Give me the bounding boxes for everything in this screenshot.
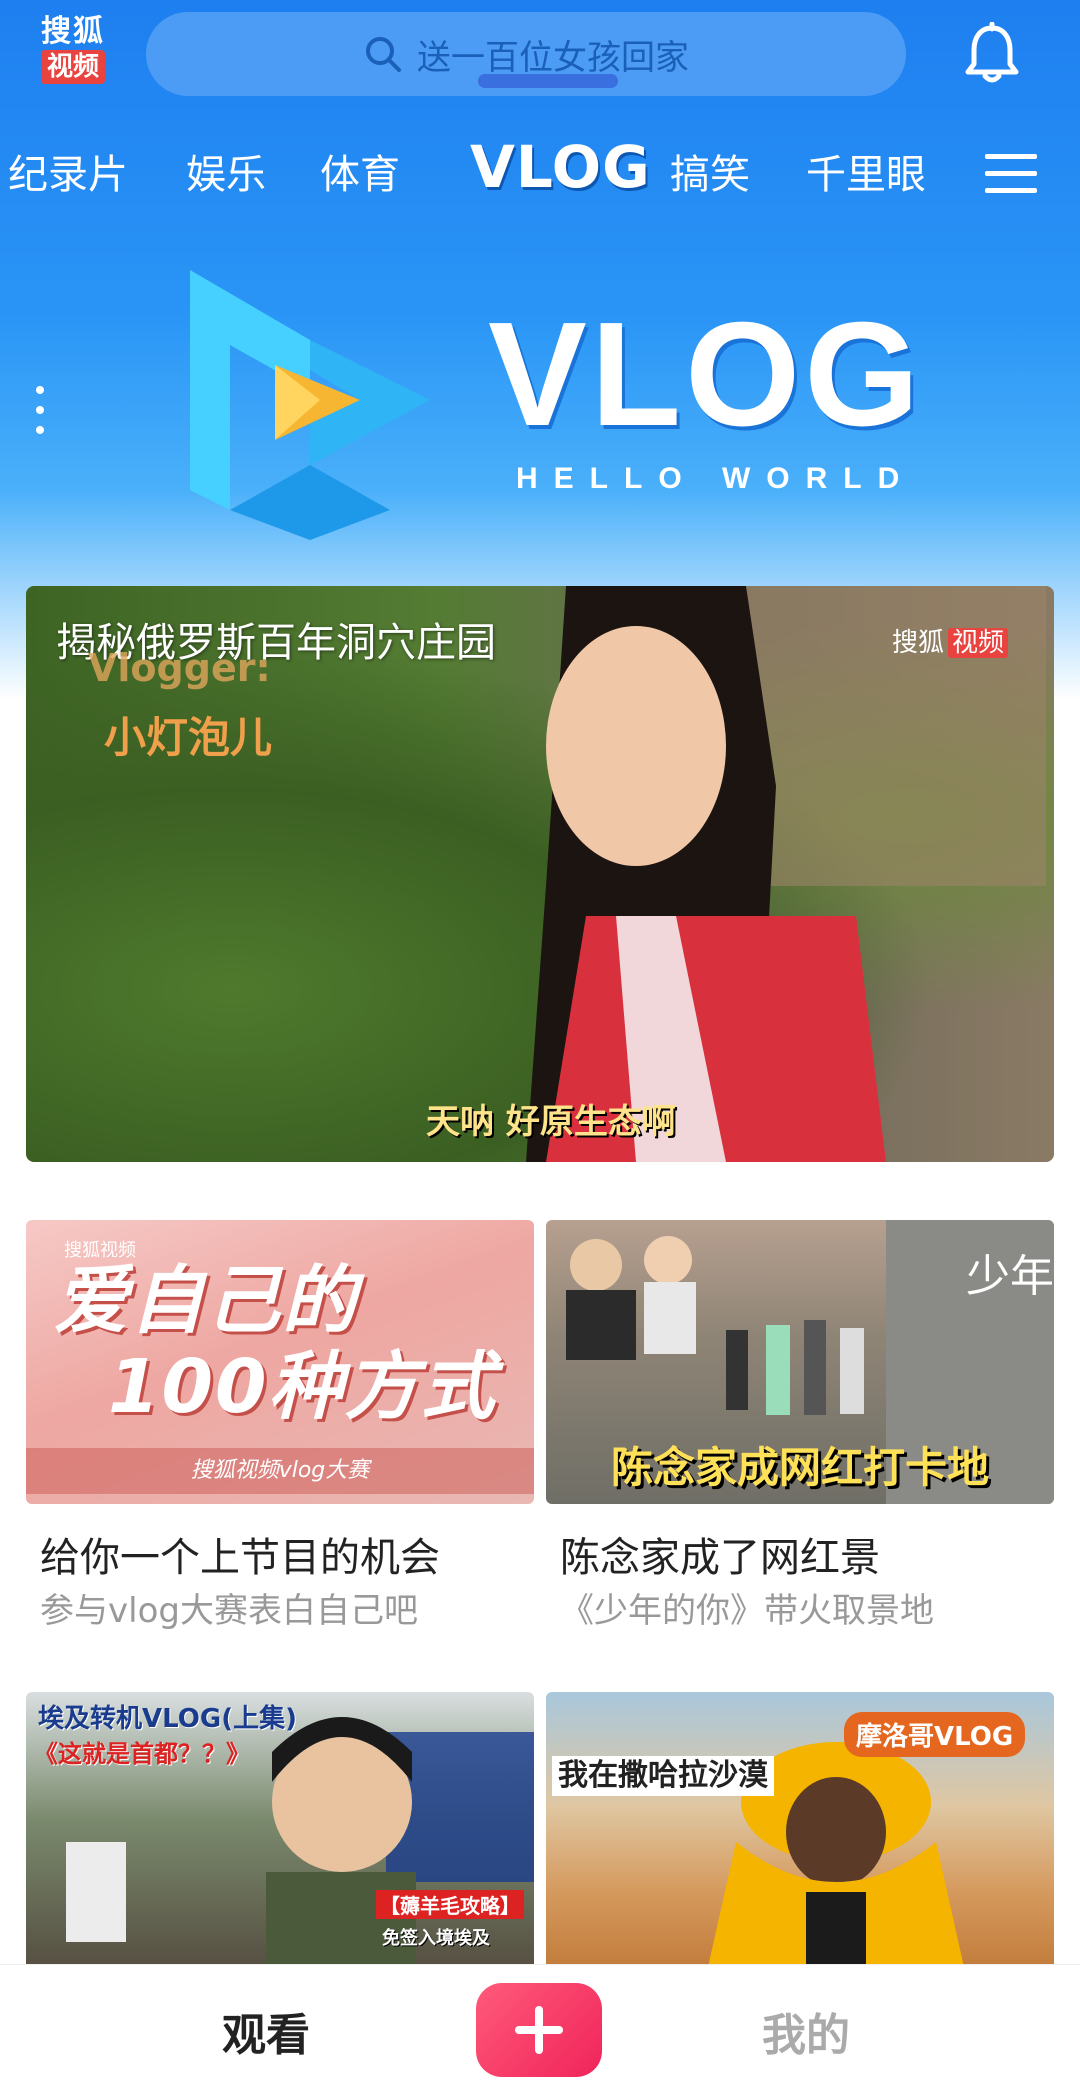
video-card-3[interactable]: 埃及转机VLOG(上集) 《这就是首都？？》 【薅羊毛攻略】 免签入境埃及	[26, 1692, 534, 1976]
video-subtitle: 《少年的你》带火取景地	[560, 1591, 934, 1631]
bottom-navigation: 观看 我的	[0, 1964, 1080, 2096]
thumbnail-caption: 陈念家成网红打卡地	[610, 1443, 989, 1492]
video-thumbnail: 埃及转机VLOG(上集) 《这就是首都？？》 【薅羊毛攻略】 免签入境埃及	[26, 1692, 534, 1976]
featured-thumbnail-person	[526, 586, 1046, 1162]
video-card-4[interactable]: 摩洛哥VLOG 我在撒哈拉沙漠	[546, 1692, 1054, 1976]
thumbnail-headline-line2: 100种方式	[108, 1344, 497, 1430]
watermark-tag: 视频	[948, 628, 1009, 658]
video-thumbnail: 少年 陈念家成网红打卡地	[546, 1220, 1054, 1504]
tab-qianliyan[interactable]: 千里眼	[806, 130, 926, 220]
thumbnail-headline: 爱自己的 100种方式	[54, 1258, 496, 1430]
video-title: 给你一个上节目的机会	[40, 1535, 440, 1581]
thumbnail-text: 我在撒哈拉沙漠	[552, 1756, 774, 1796]
search-placeholder: 送一百位女孩回家	[417, 37, 689, 78]
video-subtitle-caption: 天呐 好原生态啊	[426, 1102, 676, 1142]
thumbnail-line2: 《这就是首都？？》	[34, 1740, 250, 1768]
plus-icon	[515, 2006, 563, 2054]
tab-documentary[interactable]: 纪录片	[8, 130, 128, 220]
thumbnail-headline-line1: 爱自己的	[54, 1258, 358, 1344]
vlog-logo-icon	[190, 270, 430, 540]
upload-button[interactable]	[476, 1983, 602, 2077]
thumbnail-footer: 搜狐视频vlog大赛	[26, 1448, 534, 1494]
vlogger-label: Vlogger:	[88, 646, 271, 690]
logo-text-bottom: 视频	[40, 50, 105, 84]
tab-entertainment[interactable]: 娱乐	[186, 130, 266, 220]
logo-text-top: 搜狐	[41, 14, 105, 49]
video-title: 陈念家成了网红景	[560, 1535, 880, 1581]
tab-sports[interactable]: 体育	[320, 130, 400, 220]
nav-watch[interactable]: 观看	[222, 1999, 310, 2063]
watermark-brand: 搜狐	[892, 628, 945, 658]
nav-mine[interactable]: 我的	[762, 1999, 850, 2063]
vlogger-name: 小灯泡儿	[104, 713, 273, 762]
featured-video-card[interactable]: 揭秘俄罗斯百年洞穴庄园 搜狐 视频 Vlogger: 小灯泡儿 天呐 好原生态啊	[26, 586, 1054, 1162]
video-card-1[interactable]: 搜狐视频 爱自己的 100种方式 搜狐视频vlog大赛 给你一个上节目的机会 参…	[26, 1220, 534, 1634]
menu-icon[interactable]	[985, 152, 1037, 196]
app-logo[interactable]: 搜狐 视频	[30, 14, 116, 90]
thumbnail-calligraphy: 少年	[966, 1251, 1054, 1302]
bell-icon[interactable]	[962, 22, 1022, 86]
video-thumbnail: 搜狐视频 爱自己的 100种方式 搜狐视频vlog大赛	[26, 1220, 534, 1504]
more-dots-icon[interactable]	[36, 386, 46, 442]
thumbnail-line3: 【薅羊毛攻略】	[376, 1890, 524, 1919]
active-tab-indicator	[478, 74, 618, 88]
thumbnail-line4: 免签入境埃及	[382, 1928, 490, 1949]
banner-subtitle: HELLO WORLD	[516, 462, 916, 495]
thumbnail-badge: 摩洛哥VLOG	[844, 1712, 1026, 1757]
video-card-2[interactable]: 少年 陈念家成网红打卡地 陈念家成了网红景 《少年的你》带火取景地	[546, 1220, 1054, 1634]
watermark: 搜狐 视频	[892, 622, 1009, 659]
search-icon	[366, 37, 401, 72]
video-subtitle: 参与vlog大赛表白自己吧	[40, 1591, 418, 1631]
tab-vlog[interactable]: VLOG	[470, 132, 651, 202]
thumbnail-line1: 埃及转机VLOG(上集)	[38, 1704, 297, 1734]
banner-title: VLOG	[488, 292, 924, 457]
category-tabs: 纪录片 娱乐 体育 VLOG 搞笑 千里眼	[0, 130, 1080, 220]
tab-funny[interactable]: 搞笑	[670, 130, 750, 220]
video-thumbnail: 摩洛哥VLOG 我在撒哈拉沙漠	[546, 1692, 1054, 1976]
